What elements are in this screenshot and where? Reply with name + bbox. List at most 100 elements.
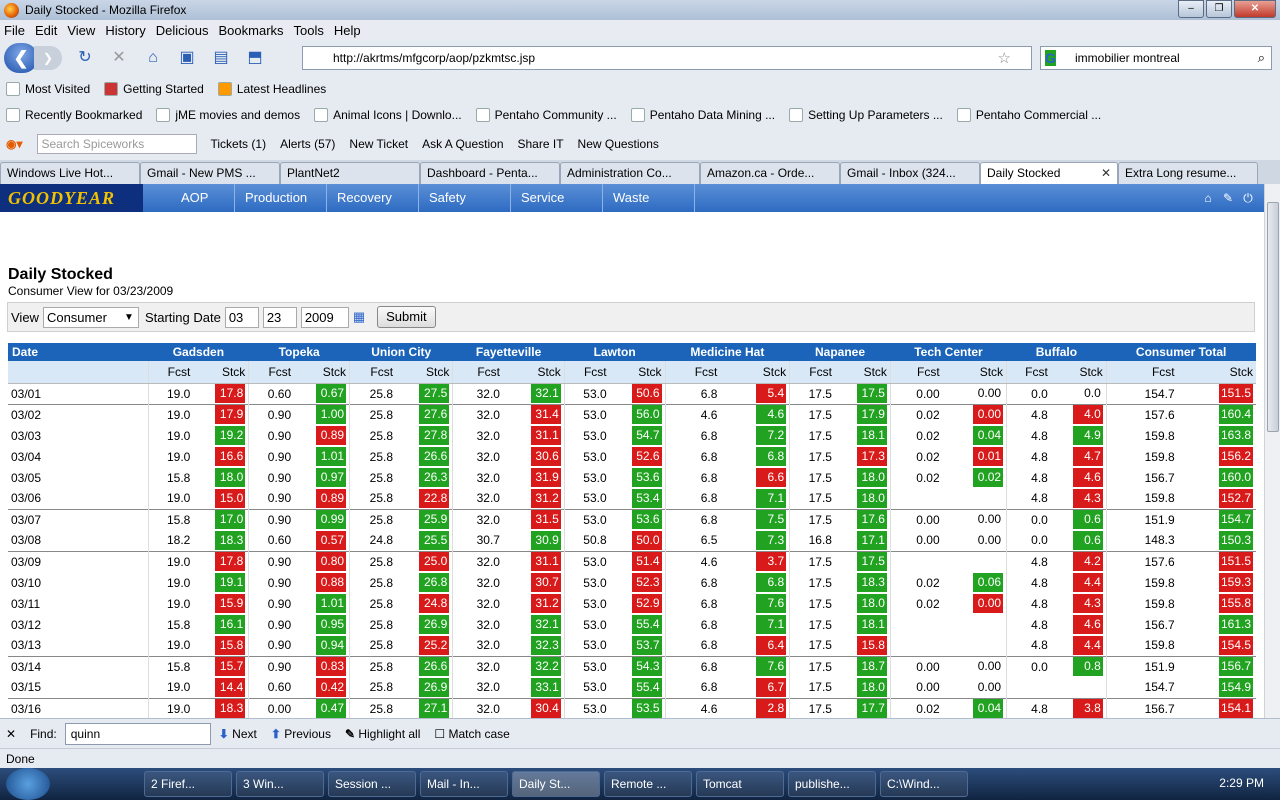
taskbar-item-windows[interactable]: 3 Win... [236, 771, 324, 797]
close-find-icon[interactable]: ✕ [6, 727, 16, 741]
search-icon[interactable]: ⌕ [1258, 50, 1265, 66]
tab-extra-long-resume[interactable]: Extra Long resume... [1118, 162, 1258, 184]
screen-icon[interactable]: ▣ [176, 47, 198, 69]
stck-cell: 7.6 [720, 655, 790, 677]
tab-dashboard[interactable]: Dashboard - Penta... [420, 162, 560, 184]
scrollbar-thumb[interactable] [1267, 202, 1279, 432]
fcst-cell: 4.8 [1006, 403, 1051, 425]
taskbar-item-mail[interactable]: Mail - In... [420, 771, 508, 797]
tab-amazon[interactable]: Amazon.ca - Orde... [700, 162, 840, 184]
spiceworks-search[interactable]: Search Spiceworks [36, 134, 197, 154]
bookmark-pentaho-data-mining[interactable]: Pentaho Data Mining ... [630, 108, 775, 123]
share-it-link[interactable]: Share IT [518, 137, 564, 151]
tab-plantnet[interactable]: PlantNet2 [280, 162, 420, 184]
nav-aop[interactable]: AOP [143, 184, 235, 212]
taskbar-item-tomcat[interactable]: Tomcat [696, 771, 784, 797]
tag-icon[interactable]: ⬒ [244, 47, 266, 69]
bookmark-star-icon[interactable]: ☆ [998, 49, 1011, 67]
vertical-scrollbar[interactable] [1264, 184, 1280, 718]
back-button[interactable]: ❮ [4, 43, 38, 73]
minimize-button[interactable]: – [1178, 0, 1204, 18]
bookmark-pentaho-community[interactable]: Pentaho Community ... [475, 108, 617, 123]
close-tab-icon[interactable]: ✕ [1101, 166, 1111, 180]
fcst-cell [889, 614, 943, 635]
start-button[interactable] [6, 768, 50, 800]
menu-tools[interactable]: Tools [294, 23, 324, 38]
home-icon[interactable]: ⌂ [142, 47, 164, 69]
nav-safety[interactable]: Safety [419, 184, 511, 212]
bookmark-latest-headlines[interactable]: Latest Headlines [217, 82, 326, 97]
bookmark-recently-bookmarked[interactable]: Recently Bookmarked [6, 108, 142, 123]
bookmark-most-visited[interactable]: Most Visited [6, 82, 90, 97]
new-questions-link[interactable]: New Questions [578, 137, 659, 151]
taskbar-item-daily-stocked[interactable]: Daily St... [512, 771, 600, 797]
logout-icon[interactable]: ⏻ [1240, 190, 1256, 206]
tab-administration[interactable]: Administration Co... [560, 162, 700, 184]
calendar-icon[interactable]: ▦ [353, 309, 365, 325]
nav-service[interactable]: Service [511, 184, 603, 212]
taskbar-item-session[interactable]: Session ... [328, 771, 416, 797]
nav-waste[interactable]: Waste [603, 184, 695, 212]
menu-delicious[interactable]: Delicious [156, 23, 209, 38]
maximize-button[interactable]: ❐ [1206, 0, 1232, 18]
fcst-cell: 4.8 [1006, 697, 1051, 718]
fcst-cell [889, 550, 943, 572]
window-icon[interactable]: ▤ [210, 47, 232, 69]
home-icon[interactable]: ⌂ [1200, 190, 1216, 206]
taskbar-item-firefox[interactable]: 2 Firef... [144, 771, 232, 797]
tab-gmail-inbox[interactable]: Gmail - Inbox (324... [840, 162, 980, 184]
reload-icon[interactable]: ↻ [74, 47, 96, 69]
tab-windows-live[interactable]: Windows Live Hot... [0, 162, 140, 184]
year-input[interactable]: 2009 [300, 306, 349, 328]
menu-history[interactable]: History [105, 23, 145, 38]
next-button[interactable]: ⬇ Next [219, 727, 257, 741]
taskbar-item-cmd[interactable]: C:\Wind... [880, 771, 968, 797]
search-bar[interactable]: G immobilier montreal ⌕ [1040, 46, 1272, 70]
nav-recovery[interactable]: Recovery [327, 184, 419, 212]
highlight-all-button[interactable]: ✎ Highlight all [345, 727, 420, 741]
menu-file[interactable]: File [4, 23, 25, 38]
previous-button[interactable]: ⬆ Previous [271, 727, 331, 741]
bookmark-getting-started[interactable]: Getting Started [104, 82, 204, 97]
bookmark-pentaho-commercial[interactable]: Pentaho Commercial ... [956, 108, 1101, 123]
stck-cell: 159.3 [1178, 572, 1256, 593]
close-window-button[interactable]: ✕ [1234, 0, 1276, 18]
stck-cell: 0.00 [942, 508, 1007, 530]
menu-edit[interactable]: Edit [35, 23, 57, 38]
match-case-checkbox[interactable]: ☐ Match case [434, 727, 509, 741]
bookmark-animal-icons[interactable]: Animal Icons | Downlo... [314, 108, 462, 123]
stck-cell: 52.6 [610, 446, 665, 467]
alerts-link[interactable]: Alerts (57) [280, 137, 335, 151]
new-ticket-link[interactable]: New Ticket [349, 137, 408, 151]
bookmark-setting-up-parameters[interactable]: Setting Up Parameters ... [789, 108, 943, 123]
menu-help[interactable]: Help [334, 23, 361, 38]
tab-daily-stocked[interactable]: Daily Stocked ✕ [980, 162, 1118, 184]
view-select[interactable]: Consumer ▼ [42, 306, 139, 328]
url-bar[interactable]: http://akrtms/mfgcorp/aop/pzkmtsc.jsp ☆ [302, 46, 1032, 70]
bookmark-jme[interactable]: jME movies and demos [156, 108, 300, 123]
taskbar-item-publisher[interactable]: publishe... [788, 771, 876, 797]
find-input[interactable]: quinn [64, 722, 211, 745]
tickets-link[interactable]: Tickets (1) [211, 137, 267, 151]
day-input[interactable]: 23 [262, 306, 297, 328]
goodyear-logo[interactable]: GOODYEAR [0, 184, 143, 212]
forward-button[interactable]: ❯ [34, 46, 62, 70]
stop-icon[interactable]: ✕ [108, 47, 130, 69]
menu-bookmarks[interactable]: Bookmarks [219, 23, 284, 38]
month-input[interactable]: 03 [224, 306, 259, 328]
menu-view[interactable]: View [67, 23, 95, 38]
google-icon[interactable]: G [1045, 50, 1056, 66]
spiceworks-icon[interactable]: ◉▾ [6, 137, 23, 151]
edit-icon[interactable]: ✎ [1220, 190, 1236, 206]
fcst-cell: 0.90 [248, 508, 295, 530]
submit-button[interactable]: Submit [377, 306, 436, 328]
fcst-header: Fcst [349, 361, 397, 384]
tab-gmail-pms[interactable]: Gmail - New PMS ... [140, 162, 280, 184]
ask-question-link[interactable]: Ask A Question [422, 137, 503, 151]
stck-cell: 52.3 [610, 572, 665, 593]
stck-cell: 18.0 [835, 488, 890, 509]
status-bar: Done [0, 748, 1280, 768]
nav-production[interactable]: Production [235, 184, 327, 212]
taskbar-item-remote[interactable]: Remote ... [604, 771, 692, 797]
fcst-cell: 0.90 [248, 550, 295, 572]
